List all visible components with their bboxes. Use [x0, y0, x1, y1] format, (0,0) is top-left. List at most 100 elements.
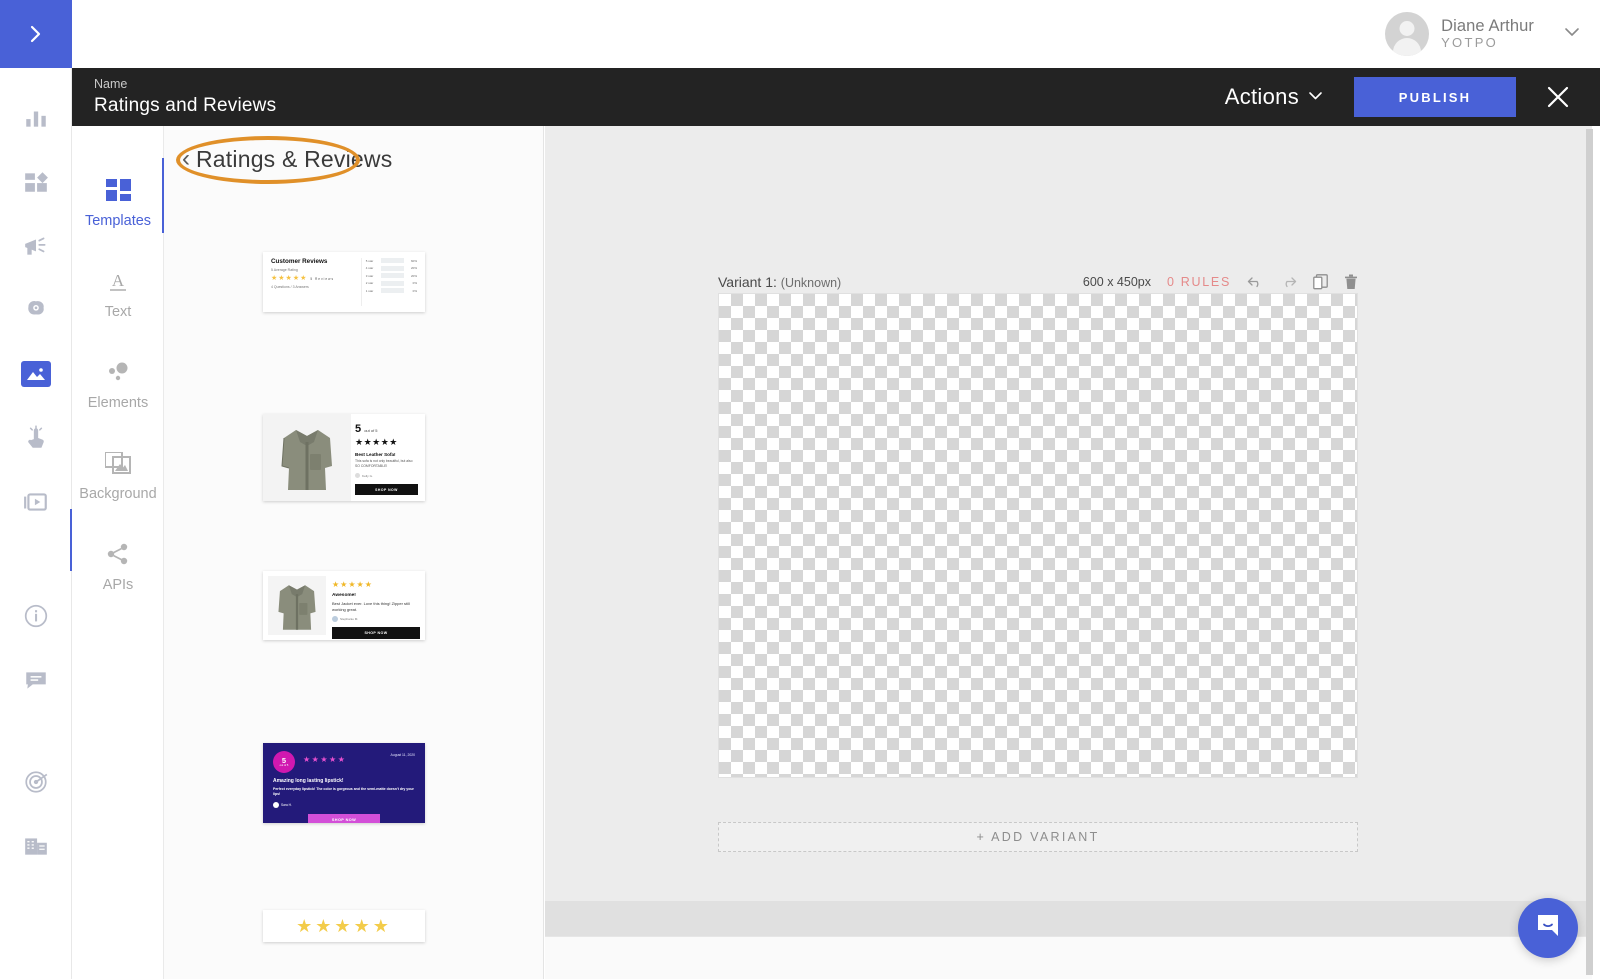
add-variant-button[interactable]: + ADD VARIANT [718, 822, 1358, 852]
variant-canvas[interactable] [718, 293, 1358, 778]
nav-expand-button[interactable] [0, 0, 72, 68]
trash-icon[interactable] [1344, 274, 1358, 290]
tab-templates-label: Templates [84, 212, 152, 229]
template-card-customer-reviews[interactable]: Customer Reviews 5 Average Rating ★★★★★ … [263, 252, 425, 312]
templates-list: Customer Reviews 5 Average Rating ★★★★★ … [164, 192, 543, 979]
sidebar-item-ai[interactable] [0, 278, 72, 342]
target-radar-icon [23, 769, 49, 795]
product-image [268, 576, 326, 635]
svg-text:A: A [112, 271, 125, 290]
tab-templates[interactable]: Templates [72, 158, 164, 249]
review-stars: ★★★★★ [332, 580, 373, 589]
shop-now-button[interactable]: SHOP NOW [355, 484, 418, 496]
review-info: 5 out of 5 ★★★★★ Best Leather Sofa! This… [351, 414, 425, 501]
review-headline: Best Leather Sofa! [355, 452, 396, 457]
editor-scrollbar[interactable] [1586, 129, 1593, 975]
breakdown-row: 1 star 0% [365, 288, 417, 293]
review-date: August 11, 2020 [390, 753, 415, 757]
editor-bottom-strip [545, 901, 1592, 936]
templates-panel-header: ‹ Ratings & Reviews [164, 126, 543, 192]
template-card-lipstick[interactable]: 5 out of 5 ★★★★★ August 11, 2020 Amazing… [263, 743, 425, 823]
score-badge: 5 out of 5 [273, 751, 295, 773]
user-menu[interactable]: Diane Arthur YOTPO [1385, 8, 1582, 60]
card-top-row: 5 out of 5 ★★★★★ August 11, 2020 [273, 751, 415, 773]
review-headline: Amazing long lasting lipstick! [273, 778, 344, 784]
duplicate-icon[interactable] [1313, 274, 1328, 290]
review-stars: ★★★★★ [355, 437, 398, 447]
actions-label: Actions [1224, 84, 1299, 109]
chevron-down-icon[interactable] [1562, 22, 1582, 47]
variant-controls: 600 x 450px 0 RULES [1083, 274, 1358, 290]
actions-dropdown[interactable]: Actions [1225, 84, 1324, 110]
shop-now-button[interactable]: SHOP NOW [332, 626, 420, 639]
tab-text[interactable]: A Text [72, 249, 164, 340]
shop-now-button[interactable]: SHOP NOW [308, 813, 380, 823]
author-avatar-icon [355, 473, 360, 479]
background-image-icon [104, 450, 131, 478]
tab-elements[interactable]: Elements [72, 340, 164, 431]
review-author: Sara H. [273, 801, 415, 808]
templates-grid-icon [105, 178, 131, 205]
product-image [263, 414, 351, 501]
variant-rules-badge[interactable]: 0 RULES [1167, 275, 1231, 289]
breakdown-row: 2 star 0% [365, 280, 417, 286]
variant-header: Variant 1: (Unknown) 600 x 450px 0 RULES [718, 274, 1358, 290]
chevron-left-icon[interactable]: ‹ [182, 147, 190, 171]
author-avatar-icon [332, 615, 338, 622]
brain-ai-icon [23, 297, 49, 323]
template-card-awesome-jacket[interactable]: ★★★★★ Awesome! Best Jacket ever. Love th… [263, 571, 425, 640]
text-a-icon: A [106, 270, 130, 296]
chat-launcher-button[interactable] [1518, 898, 1578, 958]
review-body: This sofa is not only beautiful, but als… [355, 459, 413, 469]
template-card-stars-only[interactable]: ★★★★★ [263, 910, 425, 942]
sidebar-item-campaigns[interactable] [0, 214, 72, 278]
review-body: Perfect everyday lipstick! The color is … [273, 787, 414, 797]
user-org: YOTPO [1441, 35, 1499, 51]
elements-dots-icon [105, 361, 131, 387]
sidebar-item-onsite[interactable] [0, 406, 72, 470]
tab-text-label: Text [104, 303, 132, 320]
name-label: Name [94, 77, 128, 92]
sidebar-item-video[interactable] [0, 470, 72, 534]
undo-icon[interactable] [1247, 275, 1264, 289]
reviews-subtitle: 5 Average Rating [271, 268, 298, 272]
campaign-name-block: Name Ratings and Reviews [94, 75, 276, 118]
sidebar-item-targeting[interactable] [0, 750, 72, 814]
avatar [1385, 12, 1430, 56]
redo-icon[interactable] [1280, 275, 1297, 289]
publish-button[interactable]: PUBLISH [1354, 77, 1516, 117]
sidebar-item-analytics[interactable] [0, 86, 72, 150]
sidebar-item-modules[interactable] [0, 150, 72, 214]
image-visual-icon [21, 361, 51, 387]
editor-bottom-panel [545, 936, 1592, 979]
action-bar-right: Actions PUBLISH [1225, 68, 1600, 126]
sidebar-item-messages[interactable] [0, 648, 72, 712]
canvas-editor: Variant 1: (Unknown) 600 x 450px 0 RULES [545, 126, 1593, 979]
sidebar-item-info[interactable] [0, 584, 72, 648]
sidebar-item-organization[interactable] [0, 814, 72, 878]
tab-background[interactable]: Background [72, 431, 164, 522]
sidebar-item-visual[interactable] [0, 342, 72, 406]
tool-column: Templates A Text Elements Background API… [72, 126, 165, 979]
analytics-bars-icon [23, 105, 49, 131]
templates-category-title: Ratings & Reviews [196, 145, 393, 172]
review-author: Stephanie M. [332, 615, 420, 622]
reviews-breakdown: 5 star 60% 4 star 20% 3 star 20% 2 star 0% 1… [360, 258, 417, 306]
chat-message-icon [23, 667, 49, 693]
author-avatar-icon [273, 801, 279, 808]
close-icon[interactable] [1544, 83, 1572, 111]
reviews-title: Customer Reviews [271, 258, 328, 265]
variant-title: Variant 1: (Unknown) [718, 274, 842, 290]
tab-apis[interactable]: APIs [72, 522, 164, 613]
review-stars: ★★★★★ [296, 915, 392, 936]
top-bar: Diane Arthur YOTPO [0, 0, 1600, 68]
campaign-name-value[interactable]: Ratings and Reviews [94, 94, 276, 119]
modules-grid-icon [23, 169, 49, 195]
building-grid-icon [23, 833, 49, 859]
user-name: Diane Arthur [1441, 17, 1534, 36]
app-root: Diane Arthur YOTPO Name Ratings and Revi… [0, 0, 1600, 979]
review-headline: Awesome! [332, 593, 356, 598]
variant-size: 600 x 450px [1082, 275, 1151, 289]
reviews-qa: 4 Questions / 3 Answers [271, 285, 309, 289]
template-card-leather-sofa[interactable]: 5 out of 5 ★★★★★ Best Leather Sofa! This… [263, 414, 425, 501]
